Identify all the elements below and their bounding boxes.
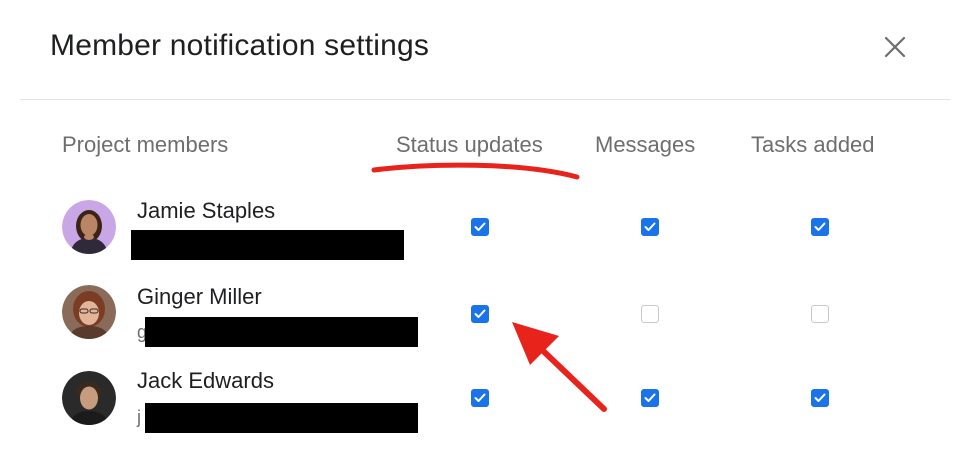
member-row-jamie-staples: Jamie Staples (0, 186, 958, 272)
avatar (62, 285, 116, 339)
avatar (62, 200, 116, 254)
redacted-email (131, 230, 404, 260)
checkbox-status-updates[interactable] (471, 218, 489, 236)
checkbox-status-updates[interactable] (471, 389, 489, 407)
column-header-project-members: Project members (62, 132, 229, 157)
close-icon (884, 36, 906, 58)
dialog-title: Member notification settings (50, 29, 430, 62)
member-name: Jack Edwards (137, 368, 274, 393)
checkbox-tasks-added[interactable] (811, 218, 829, 236)
member-row-jack-edwards: Jack Edwards j (0, 356, 958, 442)
close-button[interactable] (878, 30, 912, 64)
column-header-status-updates: Status updates (396, 132, 543, 157)
checkbox-messages[interactable] (641, 218, 659, 236)
column-header-tasks-added: Tasks added (751, 132, 875, 157)
redacted-email (145, 403, 418, 433)
member-email-visible: j (137, 407, 141, 427)
checkbox-messages[interactable] (641, 389, 659, 407)
member-row-ginger-miller: Ginger Miller g (0, 272, 958, 358)
column-header-messages: Messages (595, 132, 696, 157)
member-name: Jamie Staples (137, 198, 276, 223)
checkbox-messages[interactable] (641, 305, 659, 323)
checkbox-tasks-added[interactable] (811, 389, 829, 407)
header-divider (20, 99, 950, 100)
checkbox-status-updates[interactable] (471, 305, 489, 323)
annotation-underline (371, 162, 580, 180)
checkbox-tasks-added[interactable] (811, 305, 829, 323)
redacted-email (145, 317, 418, 347)
member-name: Ginger Miller (137, 284, 262, 309)
avatar (62, 371, 116, 425)
